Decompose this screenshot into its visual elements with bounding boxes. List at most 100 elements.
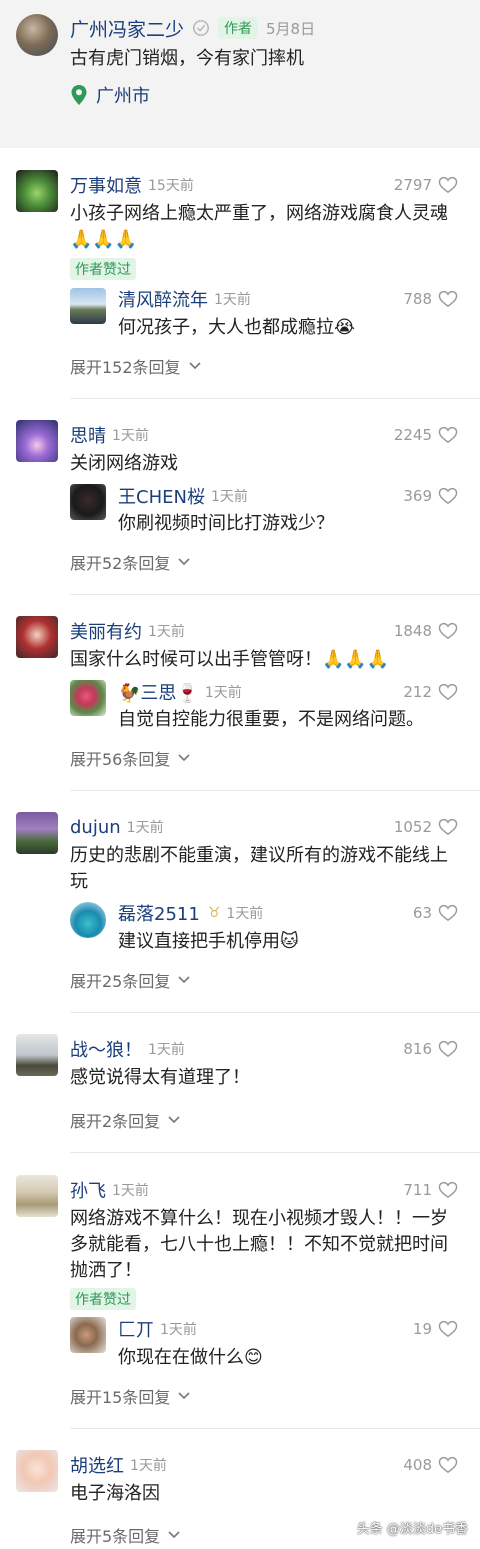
reply-avatar[interactable] — [70, 680, 106, 716]
commenter-avatar[interactable] — [16, 1450, 58, 1492]
commenter-avatar[interactable] — [16, 170, 58, 212]
heart-icon — [438, 1320, 458, 1338]
like-button[interactable]: 408 — [403, 1456, 458, 1474]
commenter-avatar[interactable] — [16, 812, 58, 854]
reply-avatar[interactable] — [70, 484, 106, 520]
like-button[interactable]: 1052 — [394, 818, 458, 836]
location-pin-icon — [71, 85, 87, 105]
comment-text: 关闭网络游戏 — [70, 453, 178, 474]
expand-replies-label: 展开25条回复 — [70, 972, 171, 991]
reply-time: 1天前 — [160, 1322, 197, 1338]
reply-user-name[interactable]: 磊落2511 — [118, 900, 200, 926]
commenter-name[interactable]: 孙飞 — [70, 1177, 106, 1203]
heart-icon — [438, 1456, 458, 1474]
reply-avatar[interactable] — [70, 902, 106, 938]
reply-like-button[interactable]: 788 — [403, 290, 458, 308]
chevron-down-icon — [178, 1392, 190, 1400]
heart-icon — [438, 1181, 458, 1199]
like-button[interactable]: 2797 — [394, 176, 458, 194]
commenter-name[interactable]: 美丽有约 — [70, 618, 142, 644]
reply-text: 你刷视频时间比打游戏少？ — [118, 513, 334, 534]
like-count: 408 — [403, 1456, 432, 1474]
reply-text: 建议直接把手机停用🐱 — [118, 931, 299, 952]
expand-replies-label: 展开15条回复 — [70, 1388, 171, 1407]
expand-replies-label: 展开2条回复 — [70, 1112, 161, 1131]
expand-replies-button[interactable]: 展开152条回复 — [70, 354, 201, 378]
expand-replies-button[interactable]: 展开56条回复 — [70, 746, 190, 770]
commenter-name[interactable]: dujun — [70, 817, 121, 838]
comment-header: 万事如意 15天前 2797 — [70, 172, 458, 198]
author-name-row: 广州冯家二少 作者 5月8日 — [70, 15, 315, 41]
reply-avatar[interactable] — [70, 1317, 106, 1353]
like-button[interactable]: 711 — [403, 1181, 458, 1199]
comment-time: 1天前 — [112, 428, 149, 444]
comment-time: 1天前 — [130, 1458, 167, 1474]
reply-header: 王CHEN桜 1天前 369 — [118, 484, 458, 508]
reply-user-name[interactable]: 🐓三思🍷 — [118, 679, 199, 705]
divider — [70, 398, 480, 399]
chevron-down-icon — [178, 558, 190, 566]
reply-header: 🐓三思🍷 1天前 212 — [118, 680, 458, 704]
post-text: 古有虎门销烟，今有家门摔机 — [70, 48, 304, 69]
expand-replies-button[interactable]: 展开5条回复 — [70, 1523, 180, 1547]
commenter-name[interactable]: 战～狼！ — [70, 1036, 142, 1062]
heart-icon — [438, 1040, 458, 1058]
commenter-avatar[interactable] — [16, 616, 58, 658]
location-text: 广州市 — [96, 86, 150, 107]
divider — [70, 790, 480, 791]
reply-user-name[interactable]: 王CHEN桜 — [118, 483, 205, 509]
reply-like-button[interactable]: 212 — [403, 683, 458, 701]
chevron-down-icon — [188, 362, 201, 370]
post-location[interactable]: 广州市 — [70, 82, 150, 108]
divider — [70, 1012, 480, 1013]
commenter-name[interactable]: 万事如意 — [70, 172, 142, 198]
reply-like-button[interactable]: 369 — [403, 487, 458, 505]
reply-header: 磊落2511 ♉ 1天前 63 — [118, 901, 458, 925]
reply-like-count: 788 — [403, 290, 432, 308]
like-count: 816 — [403, 1040, 432, 1058]
reply-like-button[interactable]: 19 — [413, 1320, 458, 1338]
reply-user-name[interactable]: 匚丌 — [118, 1316, 154, 1342]
comment-time: 1天前 — [148, 1042, 185, 1058]
like-button[interactable]: 816 — [403, 1040, 458, 1058]
like-count: 711 — [403, 1181, 432, 1199]
expand-replies-button[interactable]: 展开15条回复 — [70, 1384, 190, 1408]
reply-text: 你现在在做什么😊 — [118, 1347, 263, 1368]
commenter-name[interactable]: 胡选红 — [70, 1452, 124, 1478]
expand-replies-button[interactable]: 展开2条回复 — [70, 1108, 180, 1132]
like-count: 1848 — [393, 622, 432, 640]
reply-time: 1天前 — [210, 489, 248, 505]
comment-time: 1天前 — [126, 820, 164, 836]
commenter-name[interactable]: 思晴 — [70, 422, 106, 448]
reply-user-name[interactable]: 清风醉流年 — [118, 286, 208, 312]
commenter-avatar[interactable] — [16, 420, 58, 462]
comment-header: 思晴 1天前 2245 — [70, 422, 458, 448]
reply-text: 何况孩子，大人也都成瘾拉😭 — [118, 317, 356, 338]
like-button[interactable]: 2245 — [394, 426, 458, 444]
comment-header: 胡选红 1天前 408 — [70, 1452, 458, 1478]
comment-time: 1天前 — [112, 1183, 149, 1199]
like-count: 2797 — [393, 176, 432, 194]
like-button[interactable]: 1848 — [394, 622, 458, 640]
zodiac-badge-icon: ♉ — [207, 905, 221, 921]
chevron-down-icon — [178, 754, 190, 762]
expand-replies-button[interactable]: 展开52条回复 — [70, 550, 190, 574]
reply-time: 1天前 — [226, 906, 264, 922]
commenter-avatar[interactable] — [16, 1034, 58, 1076]
reply-text: 自觉自控能力很重要，不是网络问题。 — [118, 709, 424, 730]
reply-avatar[interactable] — [70, 288, 106, 324]
commenter-avatar[interactable] — [16, 1175, 58, 1217]
author-liked-badge: 作者赞过 — [70, 1288, 136, 1310]
reply-like-button[interactable]: 63 — [413, 904, 458, 922]
expand-replies-button[interactable]: 展开25条回复 — [70, 968, 190, 992]
author-avatar[interactable] — [16, 14, 58, 56]
comment-text: 电子海洛因 — [70, 1483, 160, 1504]
heart-icon — [438, 487, 458, 505]
reply-time: 1天前 — [204, 685, 242, 701]
comment-header: 美丽有约 1天前 1848 — [70, 618, 458, 644]
heart-icon — [438, 176, 458, 194]
heart-icon — [438, 290, 458, 308]
heart-icon — [438, 683, 458, 701]
watermark: 头条 @淡淡de书香 — [356, 1522, 468, 1537]
author-name[interactable]: 广州冯家二少 — [70, 15, 184, 42]
